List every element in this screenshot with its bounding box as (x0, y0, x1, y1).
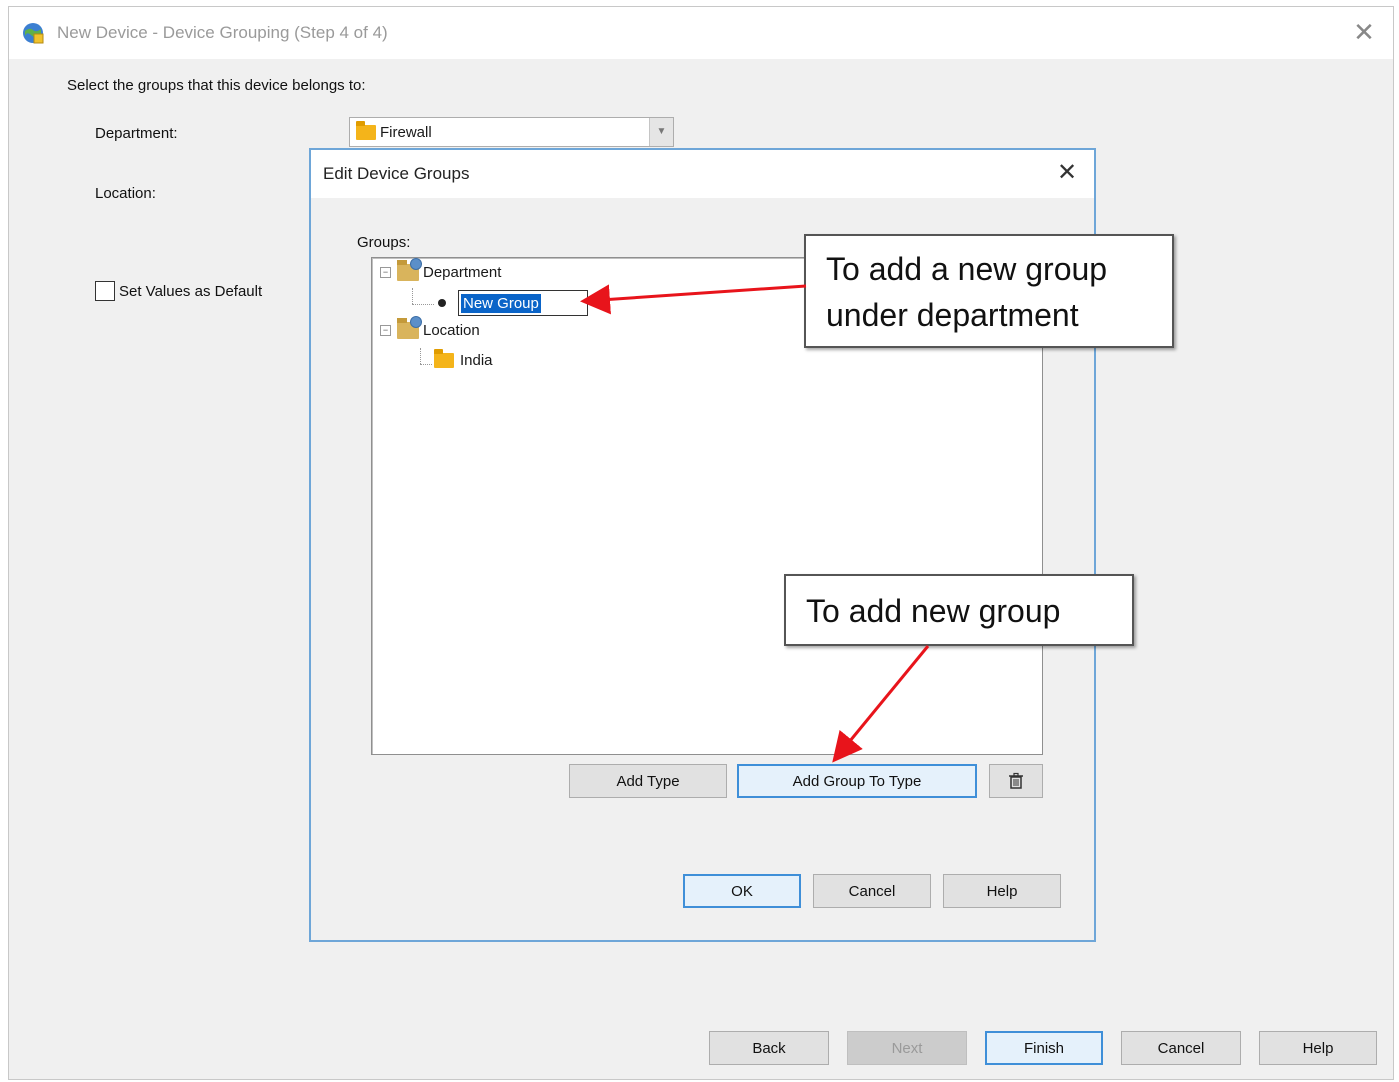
close-icon[interactable]: ✕ (1052, 158, 1082, 188)
folder-icon (434, 349, 454, 368)
tree-node-new-group[interactable]: New Group (438, 290, 588, 316)
next-button[interactable]: Next (847, 1031, 967, 1065)
dialog-title: Edit Device Groups (323, 164, 470, 183)
wizard-titlebar: New Device - Device Grouping (Step 4 of … (9, 7, 1393, 59)
chevron-down-icon[interactable]: ▼ (649, 118, 673, 146)
location-label: Location: (95, 185, 156, 202)
folder-icon (356, 120, 376, 140)
globe-app-icon (23, 23, 44, 44)
tree-connector (420, 348, 421, 364)
department-label: Department: (95, 125, 178, 142)
trash-icon (1009, 772, 1023, 789)
ok-button[interactable]: OK (683, 874, 801, 908)
wizard-cancel-button[interactable]: Cancel (1121, 1031, 1241, 1065)
tree-node-department[interactable]: − Department (380, 258, 502, 281)
callout-text: under department (826, 297, 1079, 333)
dialog-cancel-button[interactable]: Cancel (813, 874, 931, 908)
group-type-folder-icon (397, 316, 422, 339)
close-icon[interactable]: ✕ (1349, 17, 1379, 47)
tree-node-label: India (460, 352, 493, 369)
collapse-icon[interactable]: − (380, 325, 391, 336)
callout-text: To add a new group (826, 251, 1108, 287)
delete-button[interactable] (989, 764, 1043, 798)
tree-connector (412, 304, 434, 305)
tree-connector (420, 364, 432, 365)
collapse-icon[interactable]: − (380, 267, 391, 278)
tree-node-label: Department (423, 264, 502, 281)
dialog-help-button[interactable]: Help (943, 874, 1061, 908)
callout-add-group-under-department: To add a new group under department (804, 234, 1174, 348)
groups-label: Groups: (357, 234, 411, 251)
department-combobox[interactable]: Firewall ▼ (349, 117, 674, 147)
new-group-name-input[interactable]: New Group (458, 290, 588, 316)
tree-connector (412, 288, 413, 304)
add-group-to-type-button[interactable]: Add Group To Type (737, 764, 977, 798)
instruction-text: Select the groups that this device belon… (67, 77, 366, 94)
set-default-label: Set Values as Default (119, 282, 263, 300)
callout-text: To add new group (806, 593, 1061, 629)
set-default-checkbox-row[interactable]: Set Values as Default (95, 281, 262, 301)
back-button[interactable]: Back (709, 1031, 829, 1065)
bullet-icon (438, 299, 446, 307)
tree-node-india[interactable]: India (434, 349, 493, 369)
group-type-folder-icon (397, 258, 422, 281)
new-group-selected-text: New Group (461, 293, 541, 313)
tree-node-location[interactable]: − Location (380, 316, 480, 339)
department-value: Firewall (380, 123, 432, 141)
tree-node-label: Location (423, 322, 480, 339)
add-type-button[interactable]: Add Type (569, 764, 727, 798)
set-default-checkbox[interactable] (95, 281, 115, 301)
window-title: New Device - Device Grouping (Step 4 of … (57, 23, 388, 42)
dialog-titlebar: Edit Device Groups ✕ (311, 150, 1094, 198)
callout-add-new-group: To add new group (784, 574, 1134, 646)
wizard-help-button[interactable]: Help (1259, 1031, 1377, 1065)
finish-button[interactable]: Finish (985, 1031, 1103, 1065)
